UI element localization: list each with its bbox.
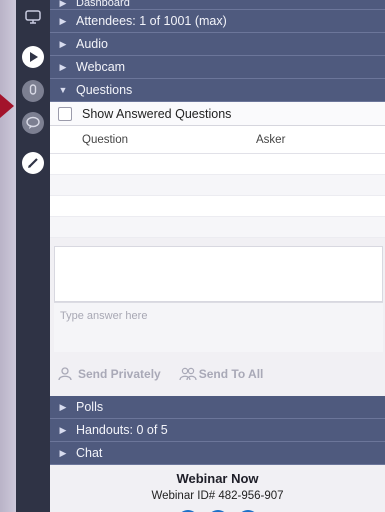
answer-placeholder: Type answer here: [60, 310, 148, 322]
collapse-triangle-icon: ▶: [59, 38, 67, 49]
section-label: Dashboard: [76, 0, 130, 9]
webinar-name: Webinar Now: [176, 471, 259, 486]
show-answered-label: Show Answered Questions: [82, 106, 232, 121]
webinar-id: Webinar ID# 482-956-907: [151, 490, 284, 502]
section-label: Attendees: 1 of 1001 (max): [76, 14, 227, 28]
send-to-all-button[interactable]: Send To All: [179, 367, 264, 381]
column-question[interactable]: Question: [50, 134, 230, 146]
section-polls[interactable]: ▶ Polls: [50, 396, 385, 419]
collapse-triangle-icon: ▶: [59, 401, 67, 412]
show-answered-row[interactable]: Show Answered Questions: [50, 102, 385, 126]
questions-table-header: Question Asker: [50, 126, 385, 154]
collapse-triangle-icon: ▶: [59, 0, 67, 8]
question-detail-area: [54, 246, 383, 302]
pen-icon[interactable]: [22, 152, 44, 174]
section-questions[interactable]: ▼ Questions: [50, 79, 385, 102]
play-icon[interactable]: [22, 46, 44, 68]
expand-triangle-icon: ▼: [58, 85, 68, 95]
table-row[interactable]: [50, 217, 385, 238]
section-label: Handouts: 0 of 5: [76, 423, 168, 437]
table-row[interactable]: [50, 154, 385, 175]
control-toolbar: [16, 0, 50, 512]
section-label: Audio: [76, 37, 108, 51]
section-audio[interactable]: ▶ Audio: [50, 33, 385, 56]
section-webcam[interactable]: ▶ Webcam: [50, 56, 385, 79]
pointer-arrow: [0, 94, 14, 118]
collapse-triangle-icon: ▶: [59, 15, 67, 26]
send-privately-button[interactable]: Send Privately: [58, 367, 161, 381]
section-label: Webcam: [76, 60, 126, 74]
webinar-footer: Webinar Now Webinar ID# 482-956-907: [50, 465, 385, 512]
section-label: Chat: [76, 446, 103, 460]
collapse-triangle-icon: ▶: [59, 447, 67, 458]
section-handouts[interactable]: ▶ Handouts: 0 of 5: [50, 419, 385, 442]
microphone-icon[interactable]: [22, 80, 44, 102]
table-row[interactable]: [50, 175, 385, 196]
background-edge: [0, 0, 16, 512]
screen-icon[interactable]: [22, 6, 44, 28]
section-chat[interactable]: ▶ Chat: [50, 442, 385, 465]
chat-bubble-icon[interactable]: [22, 112, 44, 134]
collapse-triangle-icon: ▶: [59, 424, 67, 435]
send-to-all-label: Send To All: [198, 367, 264, 381]
section-dashboard[interactable]: ▶ Dashboard: [50, 0, 385, 10]
people-icon: [179, 367, 197, 381]
answer-input[interactable]: Type answer here: [54, 302, 383, 352]
table-row[interactable]: [50, 196, 385, 217]
person-icon: [58, 367, 72, 381]
column-asker[interactable]: Asker: [230, 134, 285, 146]
send-actions: Send Privately Send To All: [50, 352, 385, 396]
show-answered-checkbox[interactable]: [58, 106, 72, 121]
collapse-triangle-icon: ▶: [59, 61, 67, 72]
section-attendees[interactable]: ▶ Attendees: 1 of 1001 (max): [50, 10, 385, 33]
section-label: Questions: [76, 83, 133, 97]
section-label: Polls: [76, 400, 104, 414]
send-privately-label: Send Privately: [78, 367, 161, 381]
webinar-panel: ▶ Dashboard ▶ Attendees: 1 of 1001 (max)…: [50, 0, 385, 512]
